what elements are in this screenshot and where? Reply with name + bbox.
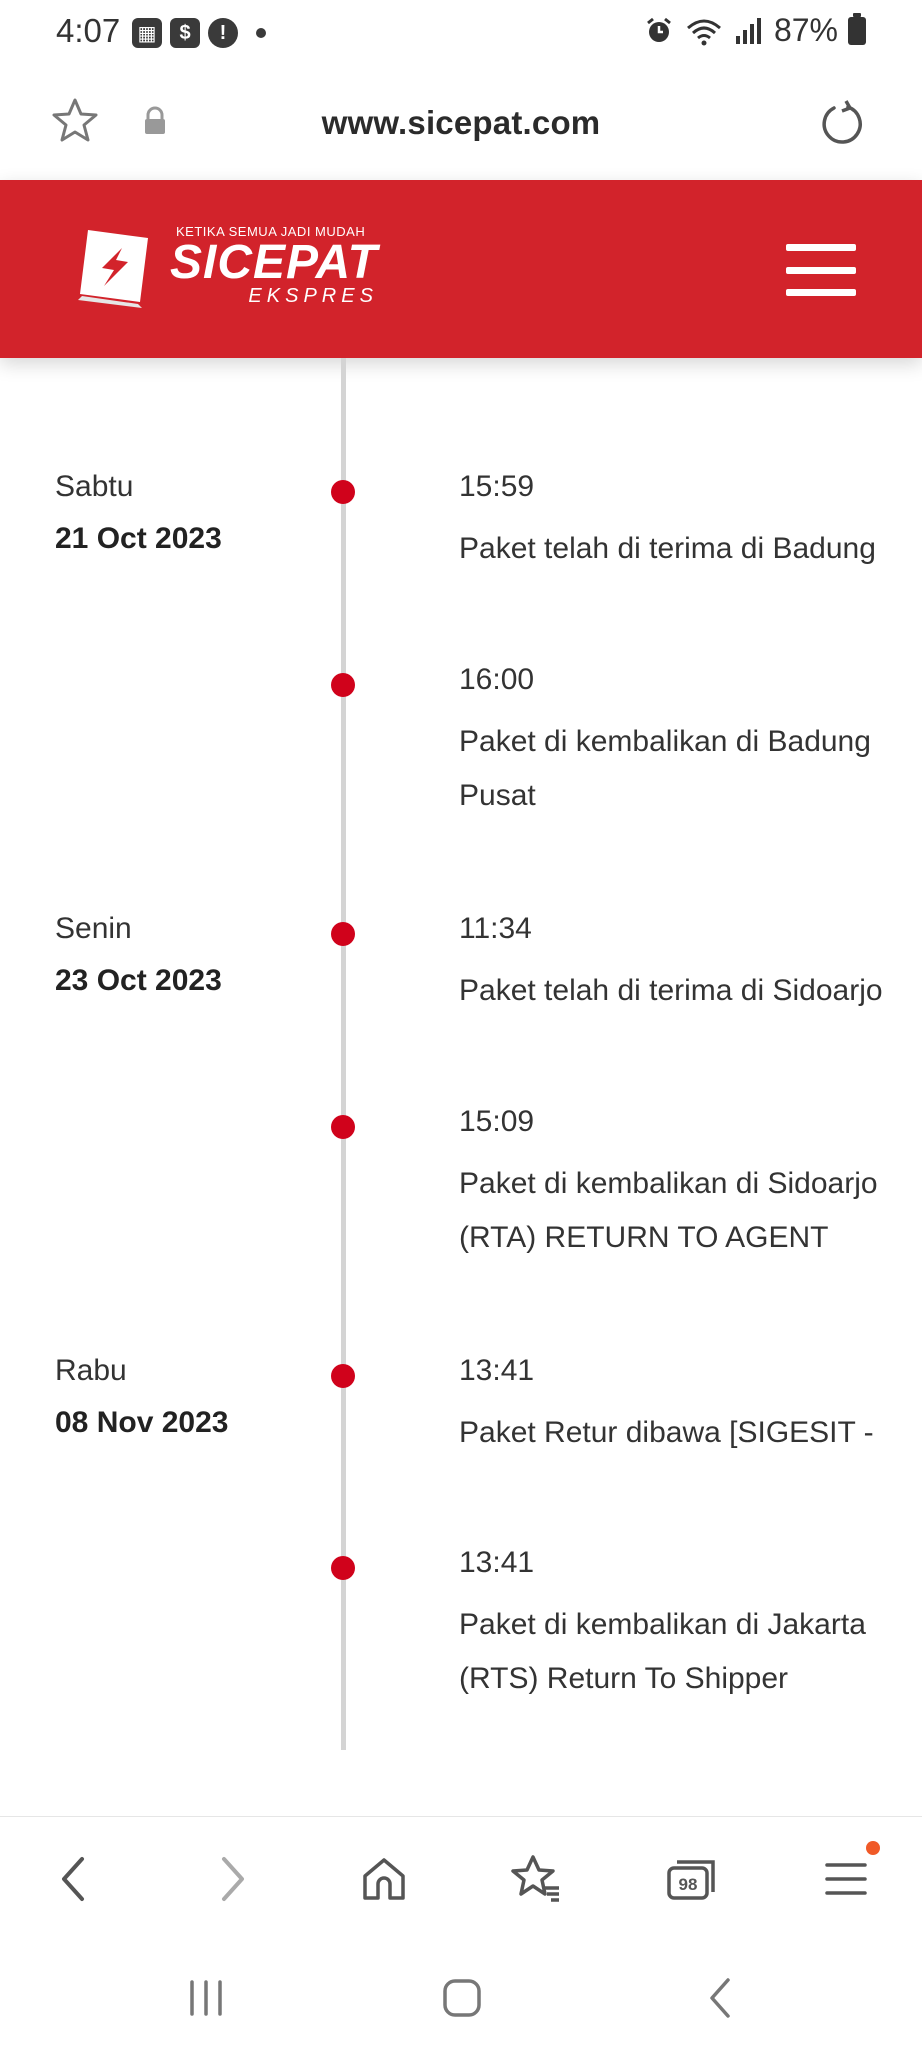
alarm-icon (647, 17, 671, 42)
forward-button[interactable] (196, 1843, 268, 1915)
entry-description: Paket di kembalikan di Badung Pusat (459, 725, 871, 812)
logo-brand: SICEPAT (170, 236, 378, 289)
dot-icon (256, 28, 266, 38)
entry-description: Paket telah di terima di Badung (459, 532, 876, 565)
recents-button[interactable] (176, 1968, 236, 2028)
app-icon: ▦ (132, 18, 162, 48)
logo-box-icon (78, 230, 148, 308)
notification-dot-icon (866, 1841, 880, 1855)
back-system-button[interactable] (690, 1968, 750, 2028)
timeline-dot (331, 922, 355, 946)
recents-icon (190, 1980, 222, 2016)
android-nav-bar (0, 1940, 922, 2048)
timeline-dot (331, 480, 355, 504)
bookmarks-button[interactable] (500, 1843, 572, 1915)
bookmarks-star-icon (511, 1855, 559, 1902)
signal-icon (735, 17, 761, 44)
browser-menu-button[interactable] (810, 1841, 882, 1915)
home-system-button[interactable] (432, 1968, 492, 2028)
notification-icons: ▦ $ ! (132, 18, 266, 48)
timeline-dot (331, 1364, 355, 1388)
shopping-bag-icon: $ (170, 18, 200, 48)
entry-description: Paket di kembalikan di Jakarta (RTS) Ret… (459, 1608, 866, 1695)
entry-day: Rabu (55, 1354, 127, 1387)
entry-day: Sabtu (55, 470, 134, 503)
home-icon (363, 1858, 405, 1900)
menu-hamburger-icon[interactable] (786, 244, 856, 296)
back-chevron-icon (710, 1978, 730, 2018)
entry-description: Paket telah di terima di Sidoarjo (459, 974, 883, 1007)
entry-day: Senin (55, 912, 132, 945)
sicepat-logo[interactable]: KETIKA SEMUA JADI MUDAH SICEPAT EKSPRES (74, 224, 378, 308)
timeline-dot (331, 1115, 355, 1139)
home-button[interactable] (348, 1843, 420, 1915)
entry-time: 15:09 (459, 1105, 535, 1138)
entry-time: 16:00 (459, 663, 535, 696)
browser-url-bar: www.sicepat.com (0, 66, 922, 180)
entry-time: 13:41 (459, 1354, 535, 1387)
wifi-icon (686, 19, 721, 45)
back-button[interactable] (38, 1843, 110, 1915)
browser-bottom-nav: 98 (0, 1816, 922, 1940)
battery-icon (848, 12, 866, 45)
entry-description: Paket Retur dibawa [SIGESIT - (459, 1416, 874, 1449)
system-icons: 87% (644, 12, 866, 49)
alert-icon: ! (208, 18, 238, 48)
reload-icon[interactable] (818, 100, 866, 148)
entry-time: 11:34 (459, 912, 532, 945)
status-time: 4:07 (56, 12, 121, 49)
menu-lines-icon (825, 1863, 867, 1895)
battery-percent: 87% (773, 12, 838, 48)
home-square-icon (443, 1979, 481, 2017)
entry-time: 13:41 (459, 1546, 535, 1579)
entry-date: 23 Oct 2023 (55, 964, 222, 997)
entry-date: 08 Nov 2023 (55, 1406, 229, 1439)
entry-time: 15:59 (459, 470, 535, 503)
entry-description: Paket di kembalikan di Sidoarjo (RTA) RE… (459, 1167, 878, 1254)
site-header: KETIKA SEMUA JADI MUDAH SICEPAT EKSPRES (0, 180, 922, 358)
url-text[interactable]: www.sicepat.com (0, 104, 922, 142)
timeline-line (341, 358, 346, 1750)
tabs-count: 98 (679, 1875, 698, 1894)
tabs-button[interactable]: 98 (656, 1843, 728, 1915)
chevron-right-icon (222, 1857, 244, 1901)
timeline-dot (331, 673, 355, 697)
timeline-dot (331, 1556, 355, 1580)
entry-date: 21 Oct 2023 (55, 522, 222, 555)
status-bar: 4:07 ▦ $ ! 87% (0, 0, 922, 66)
tabs-icon: 98 (667, 1860, 715, 1900)
chevron-left-icon (62, 1857, 84, 1901)
